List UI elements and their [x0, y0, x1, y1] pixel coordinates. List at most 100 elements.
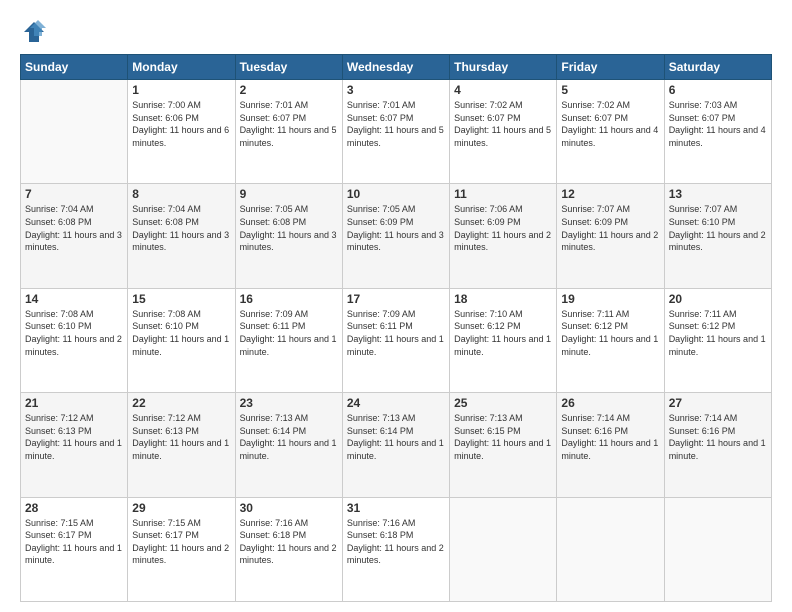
day-number: 24 — [347, 396, 445, 410]
day-info: Sunrise: 7:00 AMSunset: 6:06 PMDaylight:… — [132, 99, 230, 149]
calendar-cell: 29 Sunrise: 7:15 AMSunset: 6:17 PMDayligh… — [128, 497, 235, 601]
calendar-cell: 9Sunrise: 7:05 AMSunset: 6:08 PMDaylight… — [235, 184, 342, 288]
day-info: Sunrise: 7:16 AMSunset: 6:18 PMDaylight:… — [240, 517, 338, 567]
day-info: Sunrise: 7:05 AMSunset: 6:08 PMDaylight:… — [240, 203, 338, 253]
day-info: Sunrise: 7:11 AMSunset: 6:12 PMDaylight:… — [561, 308, 659, 358]
calendar-cell: 1 Sunrise: 7:00 AMSunset: 6:06 PMDaylight… — [128, 80, 235, 184]
day-number: 25 — [454, 396, 552, 410]
calendar-cell: 19 Sunrise: 7:11 AMSunset: 6:12 PMDayligh… — [557, 288, 664, 392]
day-number: 28 — [25, 501, 123, 515]
day-number: 17 — [347, 292, 445, 306]
day-number: 13 — [669, 187, 767, 201]
calendar-header-tuesday: Tuesday — [235, 55, 342, 80]
calendar-header-thursday: Thursday — [450, 55, 557, 80]
day-number: 23 — [240, 396, 338, 410]
day-info: Sunrise: 7:04 AMSunset: 6:08 PMDaylight:… — [132, 203, 230, 253]
calendar-cell: 7Sunrise: 7:04 AMSunset: 6:08 PMDaylight… — [21, 184, 128, 288]
day-number: 12 — [561, 187, 659, 201]
calendar-header-friday: Friday — [557, 55, 664, 80]
day-number: 21 — [25, 396, 123, 410]
day-info: Sunrise: 7:02 AMSunset: 6:07 PMDaylight:… — [454, 99, 552, 149]
day-number: 4 — [454, 83, 552, 97]
calendar-week-row: 1 Sunrise: 7:00 AMSunset: 6:06 PMDaylight… — [21, 80, 772, 184]
calendar-cell: 16 Sunrise: 7:09 AMSunset: 6:11 PMDayligh… — [235, 288, 342, 392]
calendar-cell: 15 Sunrise: 7:08 AMSunset: 6:10 PMDayligh… — [128, 288, 235, 392]
day-info: Sunrise: 7:15 AMSunset: 6:17 PMDaylight:… — [25, 517, 123, 567]
day-info: Sunrise: 7:14 AMSunset: 6:16 PMDaylight:… — [561, 412, 659, 462]
calendar: SundayMondayTuesdayWednesdayThursdayFrid… — [20, 54, 772, 602]
day-info: Sunrise: 7:06 AMSunset: 6:09 PMDaylight:… — [454, 203, 552, 253]
calendar-cell: 31Sunrise: 7:16 AMSunset: 6:18 PMDayligh… — [342, 497, 449, 601]
day-number: 19 — [561, 292, 659, 306]
day-info: Sunrise: 7:02 AMSunset: 6:07 PMDaylight:… — [561, 99, 659, 149]
day-info: Sunrise: 7:10 AMSunset: 6:12 PMDaylight:… — [454, 308, 552, 358]
calendar-cell: 11 Sunrise: 7:06 AMSunset: 6:09 PMDayligh… — [450, 184, 557, 288]
calendar-cell: 6Sunrise: 7:03 AMSunset: 6:07 PMDaylight… — [664, 80, 771, 184]
calendar-week-row: 14 Sunrise: 7:08 AMSunset: 6:10 PMDayligh… — [21, 288, 772, 392]
day-info: Sunrise: 7:09 AMSunset: 6:11 PMDaylight:… — [347, 308, 445, 358]
calendar-header-saturday: Saturday — [664, 55, 771, 80]
day-number: 1 — [132, 83, 230, 97]
calendar-cell: 28 Sunrise: 7:15 AMSunset: 6:17 PMDayligh… — [21, 497, 128, 601]
calendar-header-row: SundayMondayTuesdayWednesdayThursdayFrid… — [21, 55, 772, 80]
day-info: Sunrise: 7:07 AMSunset: 6:09 PMDaylight:… — [561, 203, 659, 253]
day-number: 31 — [347, 501, 445, 515]
calendar-cell — [450, 497, 557, 601]
day-number: 15 — [132, 292, 230, 306]
calendar-cell: 3Sunrise: 7:01 AMSunset: 6:07 PMDaylight… — [342, 80, 449, 184]
calendar-cell — [557, 497, 664, 601]
day-number: 16 — [240, 292, 338, 306]
calendar-week-row: 7 Sunrise: 7:04 AMSunset: 6:08 PMDaylight… — [21, 184, 772, 288]
calendar-cell: 13 Sunrise: 7:07 AMSunset: 6:10 PMDayligh… — [664, 184, 771, 288]
day-info: Sunrise: 7:12 AMSunset: 6:13 PMDaylight:… — [25, 412, 123, 462]
day-info: Sunrise: 7:15 AMSunset: 6:17 PMDaylight:… — [132, 517, 230, 567]
day-info: Sunrise: 7:12 AMSunset: 6:13 PMDaylight:… — [132, 412, 230, 462]
day-number: 14 — [25, 292, 123, 306]
day-info: Sunrise: 7:07 AMSunset: 6:10 PMDaylight:… — [669, 203, 767, 253]
calendar-cell — [664, 497, 771, 601]
calendar-header-sunday: Sunday — [21, 55, 128, 80]
logo-icon — [20, 18, 48, 46]
day-info: Sunrise: 7:09 AMSunset: 6:11 PMDaylight:… — [240, 308, 338, 358]
logo — [20, 18, 52, 46]
calendar-cell: 4 Sunrise: 7:02 AMSunset: 6:07 PMDaylight… — [450, 80, 557, 184]
day-number: 5 — [561, 83, 659, 97]
day-info: Sunrise: 7:13 AMSunset: 6:14 PMDaylight:… — [240, 412, 338, 462]
day-number: 3 — [347, 83, 445, 97]
day-info: Sunrise: 7:08 AMSunset: 6:10 PMDaylight:… — [25, 308, 123, 358]
calendar-cell: 25 Sunrise: 7:13 AMSunset: 6:15 PMDayligh… — [450, 393, 557, 497]
calendar-cell: 10 Sunrise: 7:05 AMSunset: 6:09 PMDayligh… — [342, 184, 449, 288]
calendar-cell: 21 Sunrise: 7:12 AMSunset: 6:13 PMDayligh… — [21, 393, 128, 497]
calendar-header-monday: Monday — [128, 55, 235, 80]
day-number: 2 — [240, 83, 338, 97]
calendar-week-row: 28 Sunrise: 7:15 AMSunset: 6:17 PMDayligh… — [21, 497, 772, 601]
day-info: Sunrise: 7:08 AMSunset: 6:10 PMDaylight:… — [132, 308, 230, 358]
calendar-cell: 5 Sunrise: 7:02 AMSunset: 6:07 PMDaylight… — [557, 80, 664, 184]
calendar-cell: 27 Sunrise: 7:14 AMSunset: 6:16 PMDayligh… — [664, 393, 771, 497]
header — [20, 18, 772, 46]
calendar-cell: 2 Sunrise: 7:01 AMSunset: 6:07 PMDaylight… — [235, 80, 342, 184]
day-number: 27 — [669, 396, 767, 410]
calendar-cell: 23 Sunrise: 7:13 AMSunset: 6:14 PMDayligh… — [235, 393, 342, 497]
day-number: 29 — [132, 501, 230, 515]
page: SundayMondayTuesdayWednesdayThursdayFrid… — [0, 0, 792, 612]
day-number: 22 — [132, 396, 230, 410]
calendar-cell: 20Sunrise: 7:11 AMSunset: 6:12 PMDayligh… — [664, 288, 771, 392]
calendar-week-row: 21 Sunrise: 7:12 AMSunset: 6:13 PMDayligh… — [21, 393, 772, 497]
calendar-header-wednesday: Wednesday — [342, 55, 449, 80]
day-info: Sunrise: 7:14 AMSunset: 6:16 PMDaylight:… — [669, 412, 767, 462]
day-number: 20 — [669, 292, 767, 306]
day-number: 18 — [454, 292, 552, 306]
day-info: Sunrise: 7:03 AMSunset: 6:07 PMDaylight:… — [669, 99, 767, 149]
day-number: 10 — [347, 187, 445, 201]
day-info: Sunrise: 7:01 AMSunset: 6:07 PMDaylight:… — [240, 99, 338, 149]
day-info: Sunrise: 7:13 AMSunset: 6:15 PMDaylight:… — [454, 412, 552, 462]
day-info: Sunrise: 7:13 AMSunset: 6:14 PMDaylight:… — [347, 412, 445, 462]
day-number: 11 — [454, 187, 552, 201]
day-number: 7 — [25, 187, 123, 201]
day-number: 26 — [561, 396, 659, 410]
calendar-cell: 18 Sunrise: 7:10 AMSunset: 6:12 PMDayligh… — [450, 288, 557, 392]
calendar-cell: 8Sunrise: 7:04 AMSunset: 6:08 PMDaylight… — [128, 184, 235, 288]
day-info: Sunrise: 7:05 AMSunset: 6:09 PMDaylight:… — [347, 203, 445, 253]
calendar-cell: 14 Sunrise: 7:08 AMSunset: 6:10 PMDayligh… — [21, 288, 128, 392]
